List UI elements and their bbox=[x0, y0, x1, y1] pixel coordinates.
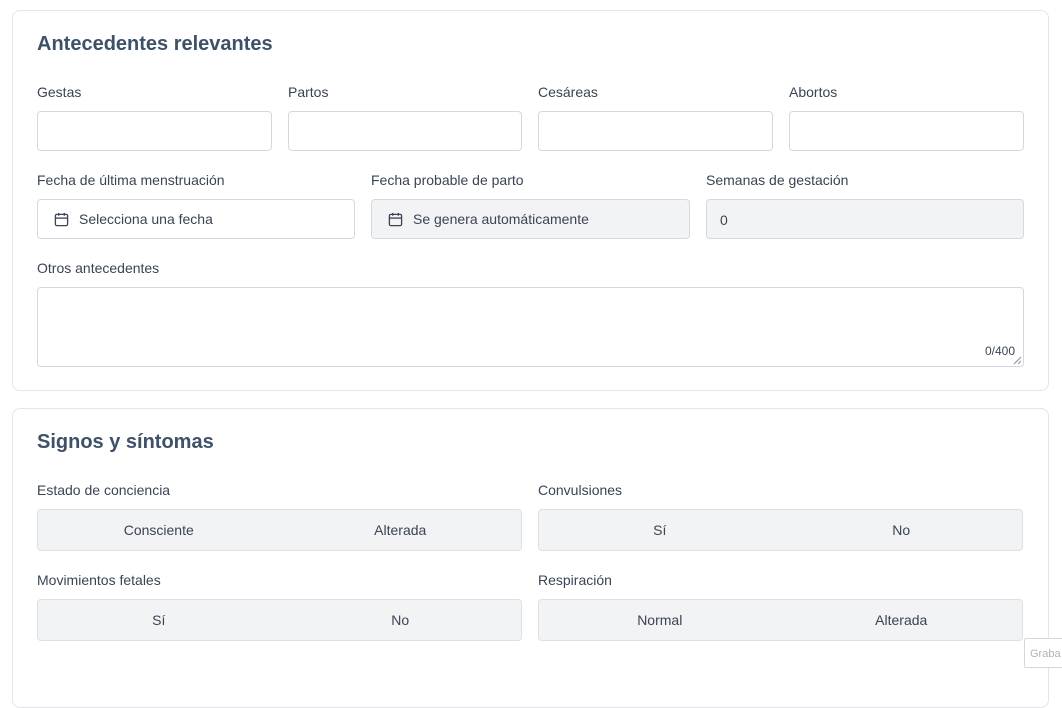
signos-card: Signos y síntomas Estado de conciencia C… bbox=[12, 408, 1049, 708]
conciencia-label: Estado de conciencia bbox=[37, 482, 171, 498]
abortos-label: Abortos bbox=[789, 84, 838, 100]
gestas-input[interactable] bbox=[37, 111, 272, 151]
fum-placeholder: Selecciona una fecha bbox=[79, 211, 213, 227]
otros-textarea[interactable]: 0/400 bbox=[37, 287, 1024, 367]
respiracion-toggle: Normal Alterada bbox=[538, 599, 1023, 641]
resize-handle-icon[interactable] bbox=[1013, 356, 1022, 365]
fpp-date-field: Se genera automáticamente bbox=[371, 199, 690, 239]
movimientos-option-si[interactable]: Sí bbox=[38, 600, 280, 640]
convulsiones-label: Convulsiones bbox=[538, 482, 623, 498]
respiracion-option-alterada[interactable]: Alterada bbox=[781, 600, 1023, 640]
movimientos-label: Movimientos fetales bbox=[37, 572, 161, 588]
semanas-field: 0 bbox=[706, 199, 1024, 239]
cesareas-label: Cesáreas bbox=[538, 84, 598, 100]
movimientos-option-no[interactable]: No bbox=[280, 600, 522, 640]
abortos-input[interactable] bbox=[789, 111, 1024, 151]
fum-label: Fecha de última menstruación bbox=[37, 172, 225, 188]
movimientos-toggle: Sí No bbox=[37, 599, 522, 641]
signos-title: Signos y síntomas bbox=[37, 431, 214, 453]
fum-date-picker[interactable]: Selecciona una fecha bbox=[37, 199, 355, 239]
cesareas-input[interactable] bbox=[538, 111, 773, 151]
respiracion-label: Respiración bbox=[538, 572, 612, 588]
conciencia-option-consciente[interactable]: Consciente bbox=[38, 510, 280, 550]
char-counter: 0/400 bbox=[984, 344, 1015, 358]
recording-badge[interactable]: Graba bbox=[1024, 638, 1062, 668]
antecedentes-card: Antecedentes relevantes Gestas Partos Ce… bbox=[12, 10, 1049, 391]
convulsiones-option-si[interactable]: Sí bbox=[539, 510, 781, 550]
partos-input[interactable] bbox=[288, 111, 522, 151]
fpp-label: Fecha probable de parto bbox=[371, 172, 524, 188]
conciencia-toggle: Consciente Alterada bbox=[37, 509, 522, 551]
semanas-value: 0 bbox=[720, 212, 728, 228]
fpp-value: Se genera automáticamente bbox=[413, 211, 589, 227]
partos-label: Partos bbox=[288, 84, 329, 100]
calendar-icon bbox=[388, 212, 403, 227]
semanas-label: Semanas de gestación bbox=[706, 172, 849, 188]
calendar-icon bbox=[54, 212, 69, 227]
gestas-label: Gestas bbox=[37, 84, 82, 100]
respiracion-option-normal[interactable]: Normal bbox=[539, 600, 781, 640]
convulsiones-toggle: Sí No bbox=[538, 509, 1023, 551]
convulsiones-option-no[interactable]: No bbox=[781, 510, 1023, 550]
conciencia-option-alterada[interactable]: Alterada bbox=[280, 510, 522, 550]
otros-label: Otros antecedentes bbox=[37, 260, 160, 276]
antecedentes-title: Antecedentes relevantes bbox=[37, 33, 273, 55]
